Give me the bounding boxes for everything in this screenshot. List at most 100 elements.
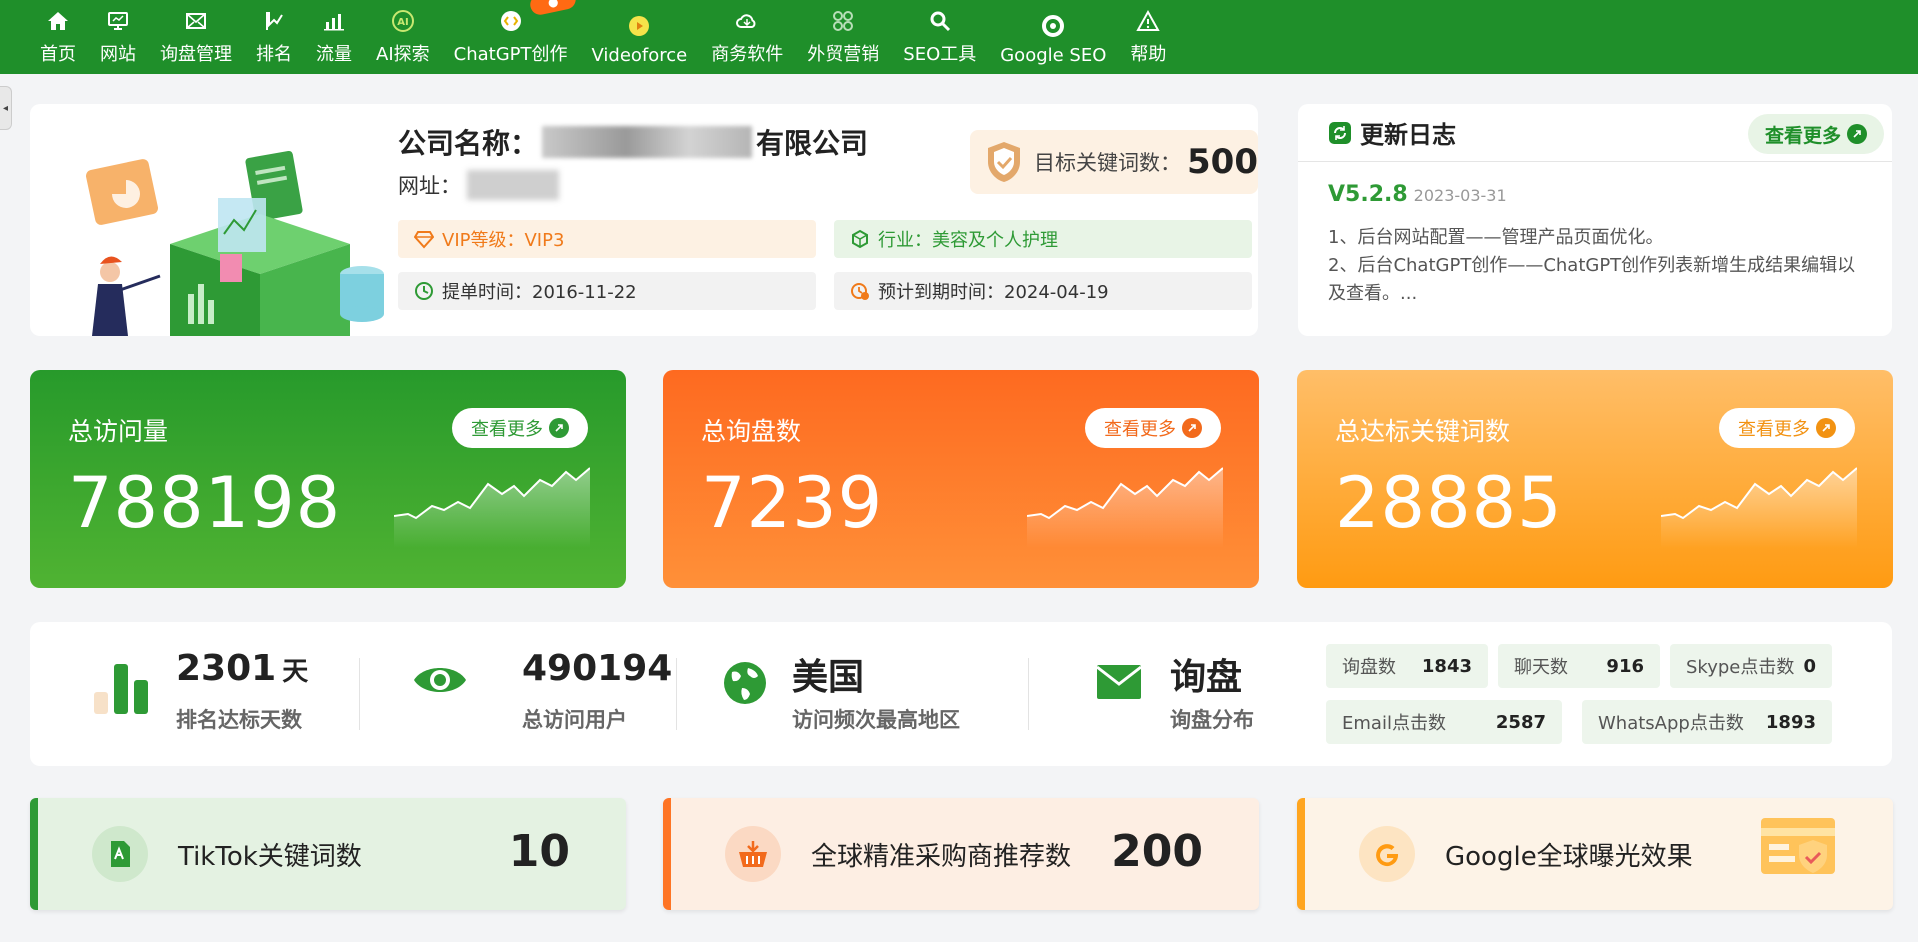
order-date-text: 提单时间：2016-11-22 — [442, 282, 637, 303]
redacted-company-name — [542, 126, 753, 158]
nav-item-help[interactable]: 帮助 — [1118, 0, 1178, 74]
tiktok-doc-icon — [92, 826, 148, 882]
stat-value: 7239 — [701, 462, 884, 544]
monitor-icon — [106, 9, 130, 33]
company-name: 公司名称： 有限公司 — [398, 122, 868, 162]
nav-item-ranking[interactable]: 排名 — [244, 0, 304, 74]
hot-badge: ● — [528, 0, 578, 17]
nav-item-software[interactable]: 商务软件 — [699, 0, 795, 74]
changelog-more-button[interactable]: 查看更多 — [1748, 114, 1884, 154]
nav-item-website[interactable]: 网站 — [88, 0, 148, 74]
nav-item-marketing[interactable]: 外贸营销 — [795, 0, 891, 74]
nav-label: 首页 — [40, 44, 76, 65]
chat-count-chip: 聊天数 916 — [1498, 644, 1660, 688]
metric-label: 访问频次最高地区 — [792, 708, 960, 732]
stat-value: 788198 — [68, 462, 342, 544]
svg-text:AI: AI — [397, 17, 408, 28]
total-visits-card: 总访问量 788198 查看更多 — [30, 370, 626, 588]
shield-card-icon — [1761, 818, 1835, 874]
divider — [676, 658, 677, 730]
google-icon — [1041, 14, 1065, 38]
tiktok-keywords-card[interactable]: TikTok关键词数 10 — [30, 798, 626, 910]
chip-value: 1893 — [1765, 711, 1816, 733]
chip-label: Email点击数 — [1342, 713, 1446, 734]
stat-label: 总询盘数 — [701, 417, 802, 446]
nav-item-ai[interactable]: AI AI探索 — [364, 0, 442, 74]
tiktok-value: 10 — [508, 826, 570, 877]
nav-item-google-seo[interactable]: Google SEO — [988, 0, 1118, 74]
metric-label: 总访问用户 — [522, 708, 627, 732]
top-region-value: 美国 — [792, 657, 865, 698]
card-accent — [30, 798, 38, 910]
card-accent — [663, 798, 671, 910]
sparkline-icon — [1661, 467, 1857, 548]
inquiry-distribution-metric: 询盘 询盘分布 — [1096, 646, 1286, 742]
target-keywords-label: 目标关键词数： — [1034, 151, 1181, 175]
nav-label: 帮助 — [1130, 44, 1167, 65]
vip-level-tag: VIP等级：VIP3 — [398, 220, 816, 258]
inquiries-more-button[interactable]: 查看更多 — [1085, 408, 1221, 448]
warning-icon — [1136, 9, 1161, 33]
order-date-tag: 提单时间：2016-11-22 — [398, 272, 816, 310]
arrow-up-right-icon — [1182, 418, 1202, 438]
arrow-up-right-icon — [549, 418, 569, 438]
basket-icon — [725, 826, 781, 882]
buyers-recommend-card[interactable]: 全球精准采购商推荐数 200 — [663, 798, 1259, 910]
google-exposure-card[interactable]: Google全球曝光效果 — [1297, 798, 1893, 910]
nav-label: 商务软件 — [711, 44, 784, 65]
nav-item-home[interactable]: 首页 — [28, 0, 88, 74]
whatsapp-clicks-chip: WhatsApp点击数 1893 — [1582, 700, 1832, 744]
total-users-metric: 490194 总访问用户 — [412, 646, 672, 742]
total-inquiries-card: 总询盘数 7239 查看更多 — [663, 370, 1259, 588]
more-label: 查看更多 — [1738, 419, 1810, 440]
chip-label: 询盘数 — [1342, 657, 1396, 678]
divider — [1028, 658, 1029, 730]
chevron-left-icon: ◂ — [2, 102, 9, 114]
cloud-icon — [735, 9, 759, 33]
expire-date-tag: 预计到期时间：2024-04-19 — [834, 272, 1252, 310]
chip-label: WhatsApp点击数 — [1598, 713, 1744, 734]
metric-value: 2301 天 — [176, 648, 308, 689]
nav-item-traffic[interactable]: 流量 — [304, 0, 364, 74]
ranking-days-value: 2301 — [176, 648, 277, 689]
target-keywords-value: 500 — [1187, 142, 1258, 182]
keywords-more-button[interactable]: 查看更多 — [1719, 408, 1855, 448]
top-nav: 首页 网站 询盘管理 排名 流量 AI AI探索 ● ChatGPT创作 Vid… — [0, 0, 1918, 74]
envelope-icon — [184, 9, 208, 33]
buyers-label: 全球精准采购商推荐数 — [811, 842, 1072, 872]
visits-more-button[interactable]: 查看更多 — [452, 408, 588, 448]
chatgpt-icon — [499, 9, 523, 33]
changelog-notes: 1、后台网站配置——管理产品页面优化。 2、后台ChatGPT创作——ChatG… — [1328, 224, 1868, 308]
target-keywords-box: 目标关键词数： 500 — [970, 130, 1258, 194]
inquiry-distribution-value: 询盘 — [1170, 657, 1243, 698]
nav-item-chatgpt[interactable]: ● ChatGPT创作 — [442, 0, 580, 74]
globe-icon — [724, 662, 766, 704]
ranking-icon — [262, 9, 286, 33]
version-date: 2023-03-31 — [1413, 186, 1507, 205]
video-icon — [627, 14, 651, 38]
url-label: 网址： — [398, 174, 461, 198]
arrow-up-right-icon — [1816, 418, 1836, 438]
email-clicks-chip: Email点击数 2587 — [1326, 700, 1562, 744]
nav-label: 排名 — [256, 44, 292, 65]
total-users-value: 490194 — [522, 648, 673, 689]
company-name-label: 公司名称： — [398, 127, 539, 160]
changelog-line: 1、后台网站配置——管理产品页面优化。 — [1328, 227, 1664, 248]
stat-value: 28885 — [1335, 462, 1563, 544]
metric-label: 排名达标天数 — [176, 708, 302, 732]
nav-label: Videoforce — [591, 45, 688, 66]
google-g-icon — [1359, 826, 1415, 882]
industry-text: 行业：美容及个人护理 — [878, 230, 1058, 251]
sidebar-toggle-button[interactable]: ◂ — [0, 86, 12, 130]
cube-icon — [852, 229, 868, 249]
nav-item-seo-tools[interactable]: SEO工具 — [891, 0, 988, 74]
nav-label: Google SEO — [1000, 45, 1107, 66]
redacted-url — [467, 170, 559, 200]
google-label: Google全球曝光效果 — [1445, 842, 1693, 872]
eye-icon — [414, 668, 466, 692]
shield-check-icon — [988, 142, 1020, 182]
nav-item-videoforce[interactable]: Videoforce — [580, 0, 700, 74]
chip-value: 916 — [1606, 655, 1644, 677]
clock-icon — [415, 282, 433, 300]
nav-item-inquiry[interactable]: 询盘管理 — [148, 0, 244, 74]
